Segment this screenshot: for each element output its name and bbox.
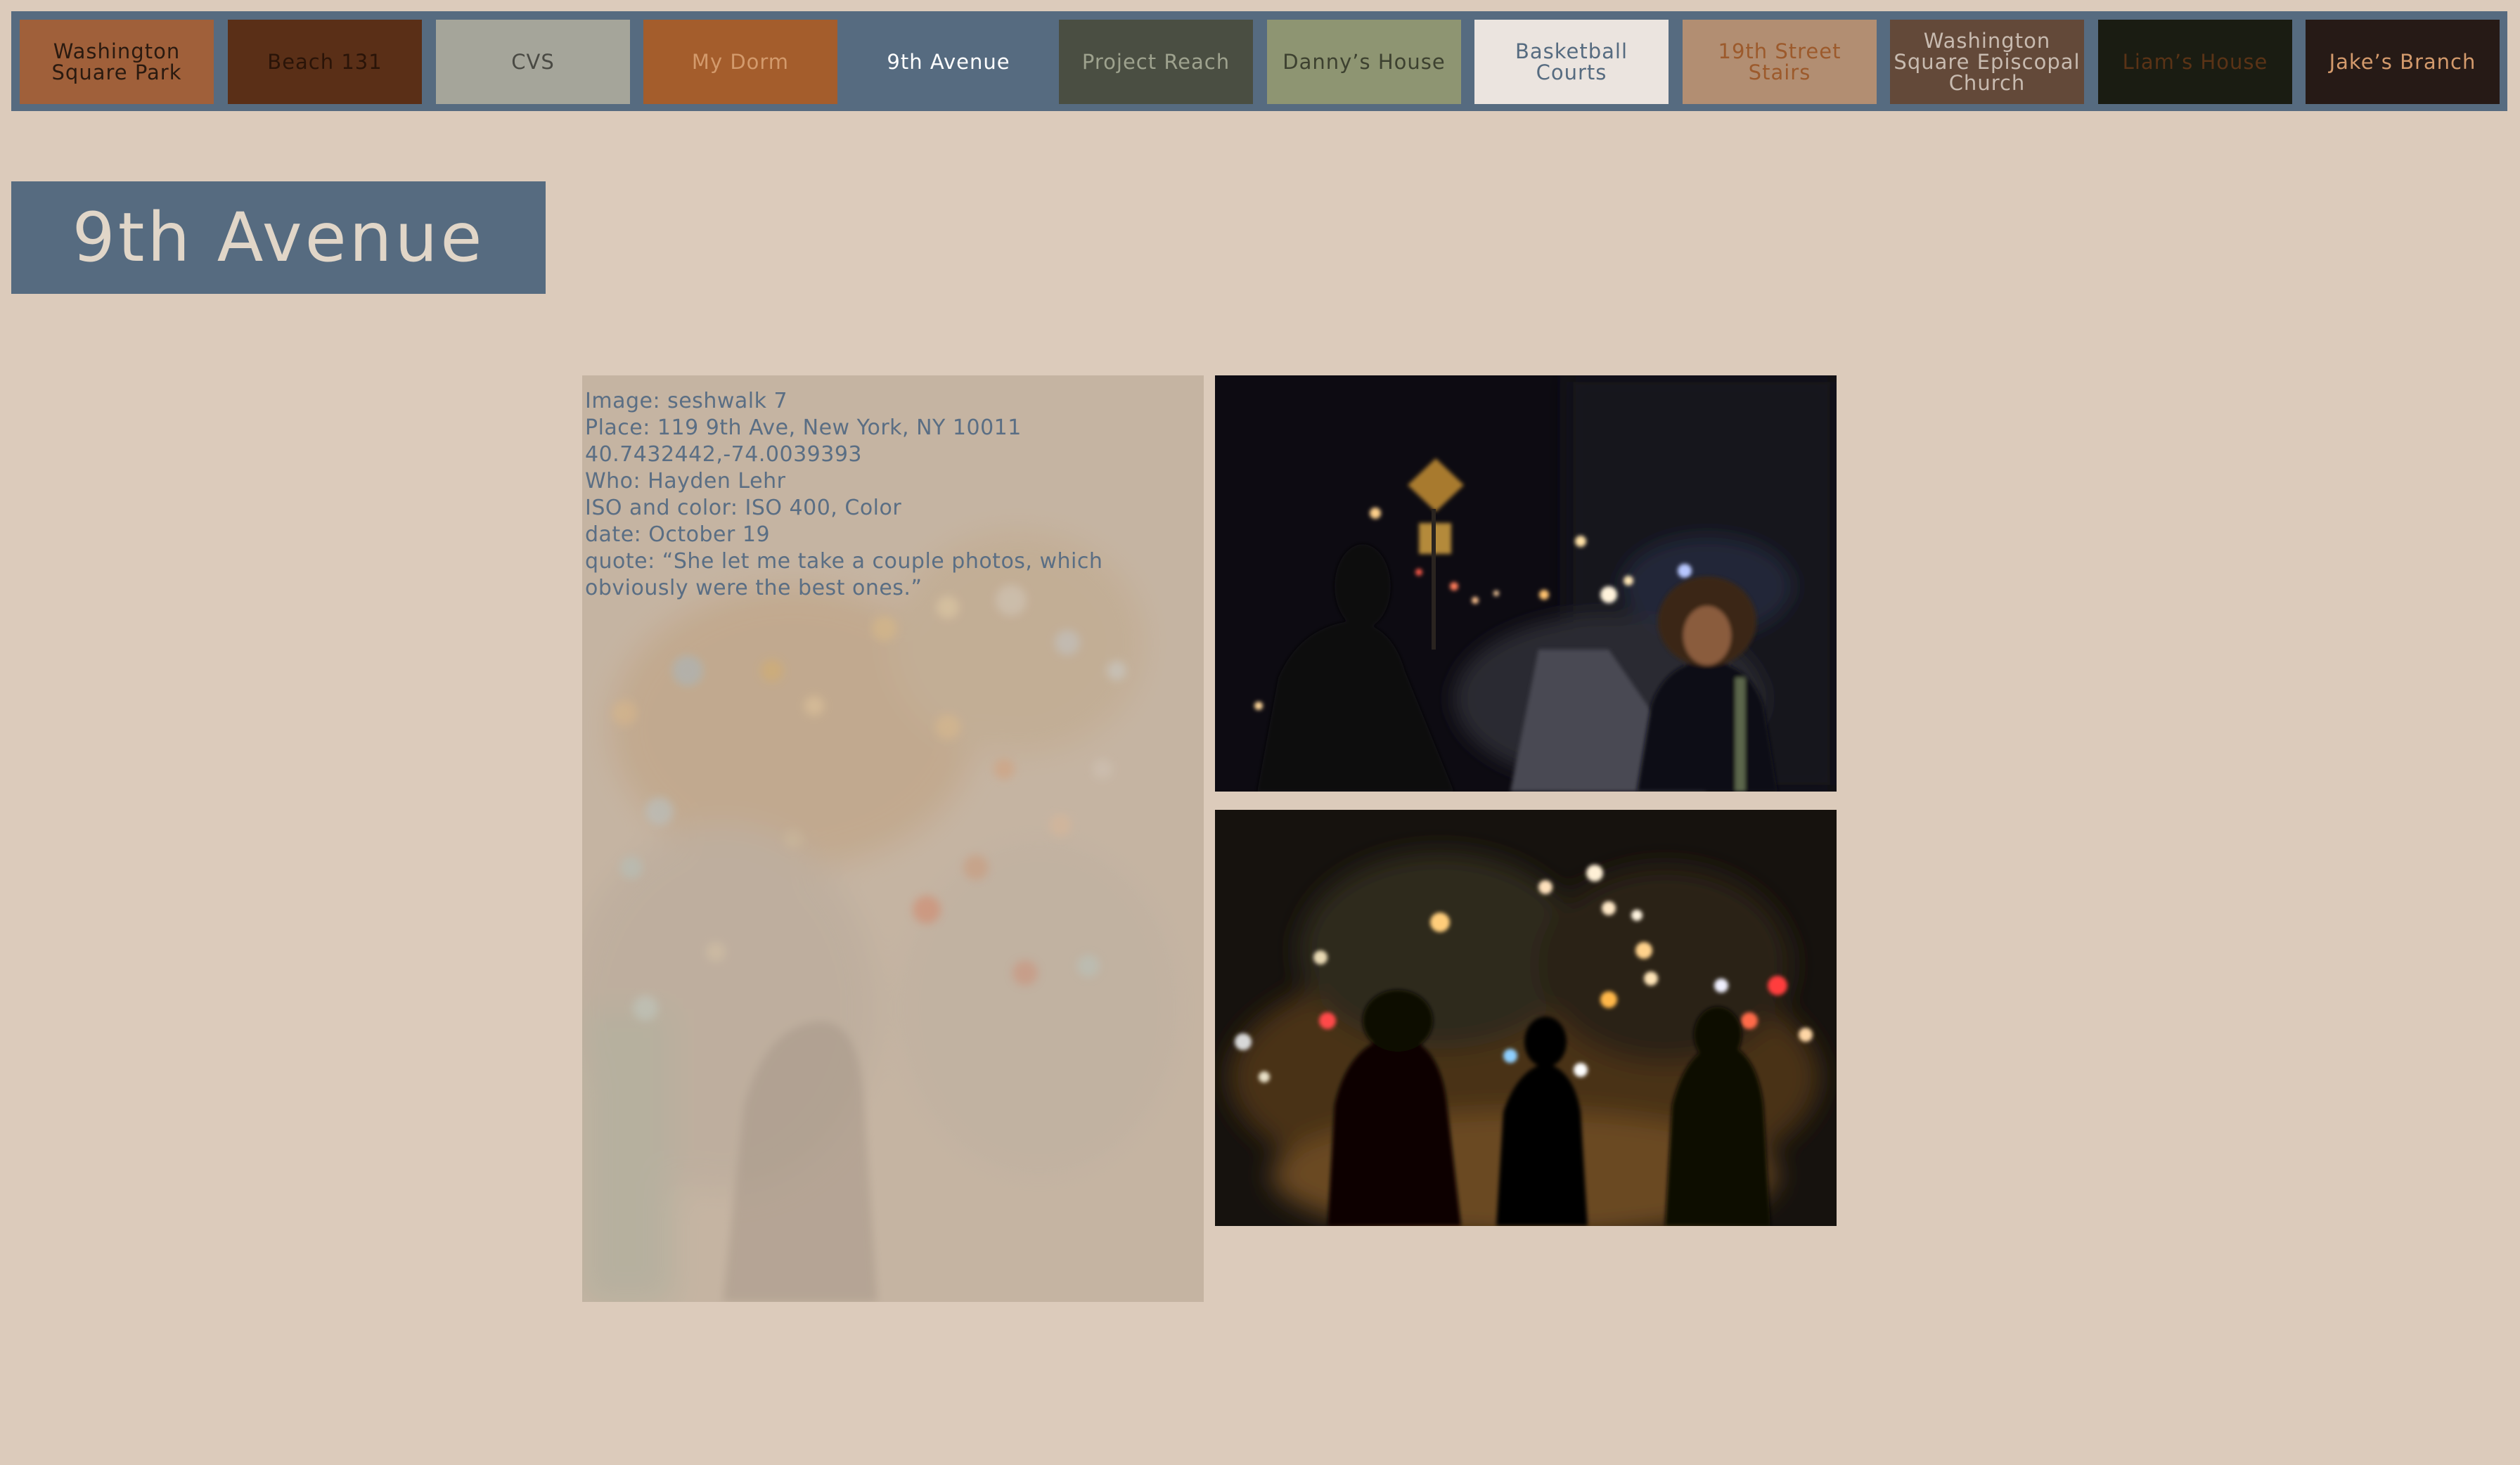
page-title-box: 9th Avenue [11,181,546,294]
nav-item-label: CVS [511,50,555,74]
nav-item-label: Liam’s House [2122,50,2268,74]
street-photo-bottom [1215,810,1837,1226]
photo-details: Image: seshwalk 7 Place: 119 9th Ave, Ne… [585,388,1197,602]
nav-item-label: 19th Street Stairs [1718,39,1841,84]
street-photo-top [1215,375,1837,792]
nav-item-jakes-branch[interactable]: Jake’s Branch [2306,20,2500,104]
nav-item-label: Beach 131 [267,50,382,74]
nav-item-19th-street-stairs[interactable]: 19th Street Stairs [1683,20,1877,104]
nav-item-my-dorm[interactable]: My Dorm [643,20,837,104]
location-nav: Washington Square Park Beach 131 CVS My … [11,11,2507,111]
nav-item-label: My Dorm [691,50,790,74]
nav-item-label: Project Reach [1081,50,1230,74]
nav-item-washington-square-episcopal-church[interactable]: Washington Square Episcopal Church [1890,20,2084,104]
nav-item-label: Washington Square Park [51,39,182,84]
date-text: date: October 19 [585,522,771,547]
nav-item-9th-avenue[interactable]: 9th Avenue [851,20,1046,104]
who-text: Who: Hayden Lehr [585,469,786,493]
nav-item-label: Danny’s House [1282,50,1446,74]
nav-item-label: 9th Avenue [887,50,1010,74]
quote-text: quote: “She let me take a couple photos,… [585,549,1103,600]
image-name-text: Image: seshwalk 7 [585,389,788,413]
place-text: Place: 119 9th Ave, New York, NY 10011 [585,415,1022,440]
nav-item-beach-131[interactable]: Beach 131 [228,20,422,104]
nav-item-label: Basketball Courts [1515,39,1628,84]
nav-item-project-reach[interactable]: Project Reach [1059,20,1253,104]
coordinates-text: 40.7432442,-74.0039393 [585,442,862,467]
nav-item-label: Jake’s Branch [2329,50,2476,74]
nav-item-cvs[interactable]: CVS [436,20,630,104]
nav-item-liams-house[interactable]: Liam’s House [2098,20,2292,104]
nav-item-washington-square-park[interactable]: Washington Square Park [20,20,214,104]
blurred-crowd-image [1215,810,1837,1226]
page-title: 9th Avenue [72,198,485,277]
nav-item-basketball-courts[interactable]: Basketball Courts [1474,20,1669,104]
photo-info-panel: Image: seshwalk 7 Place: 119 9th Ave, Ne… [582,375,1204,1302]
night-street-image [1215,375,1837,792]
nav-item-dannys-house[interactable]: Danny’s House [1267,20,1461,104]
nav-item-label: Washington Square Episcopal Church [1894,29,2081,95]
iso-color-text: ISO and color: ISO 400, Color [585,496,902,520]
